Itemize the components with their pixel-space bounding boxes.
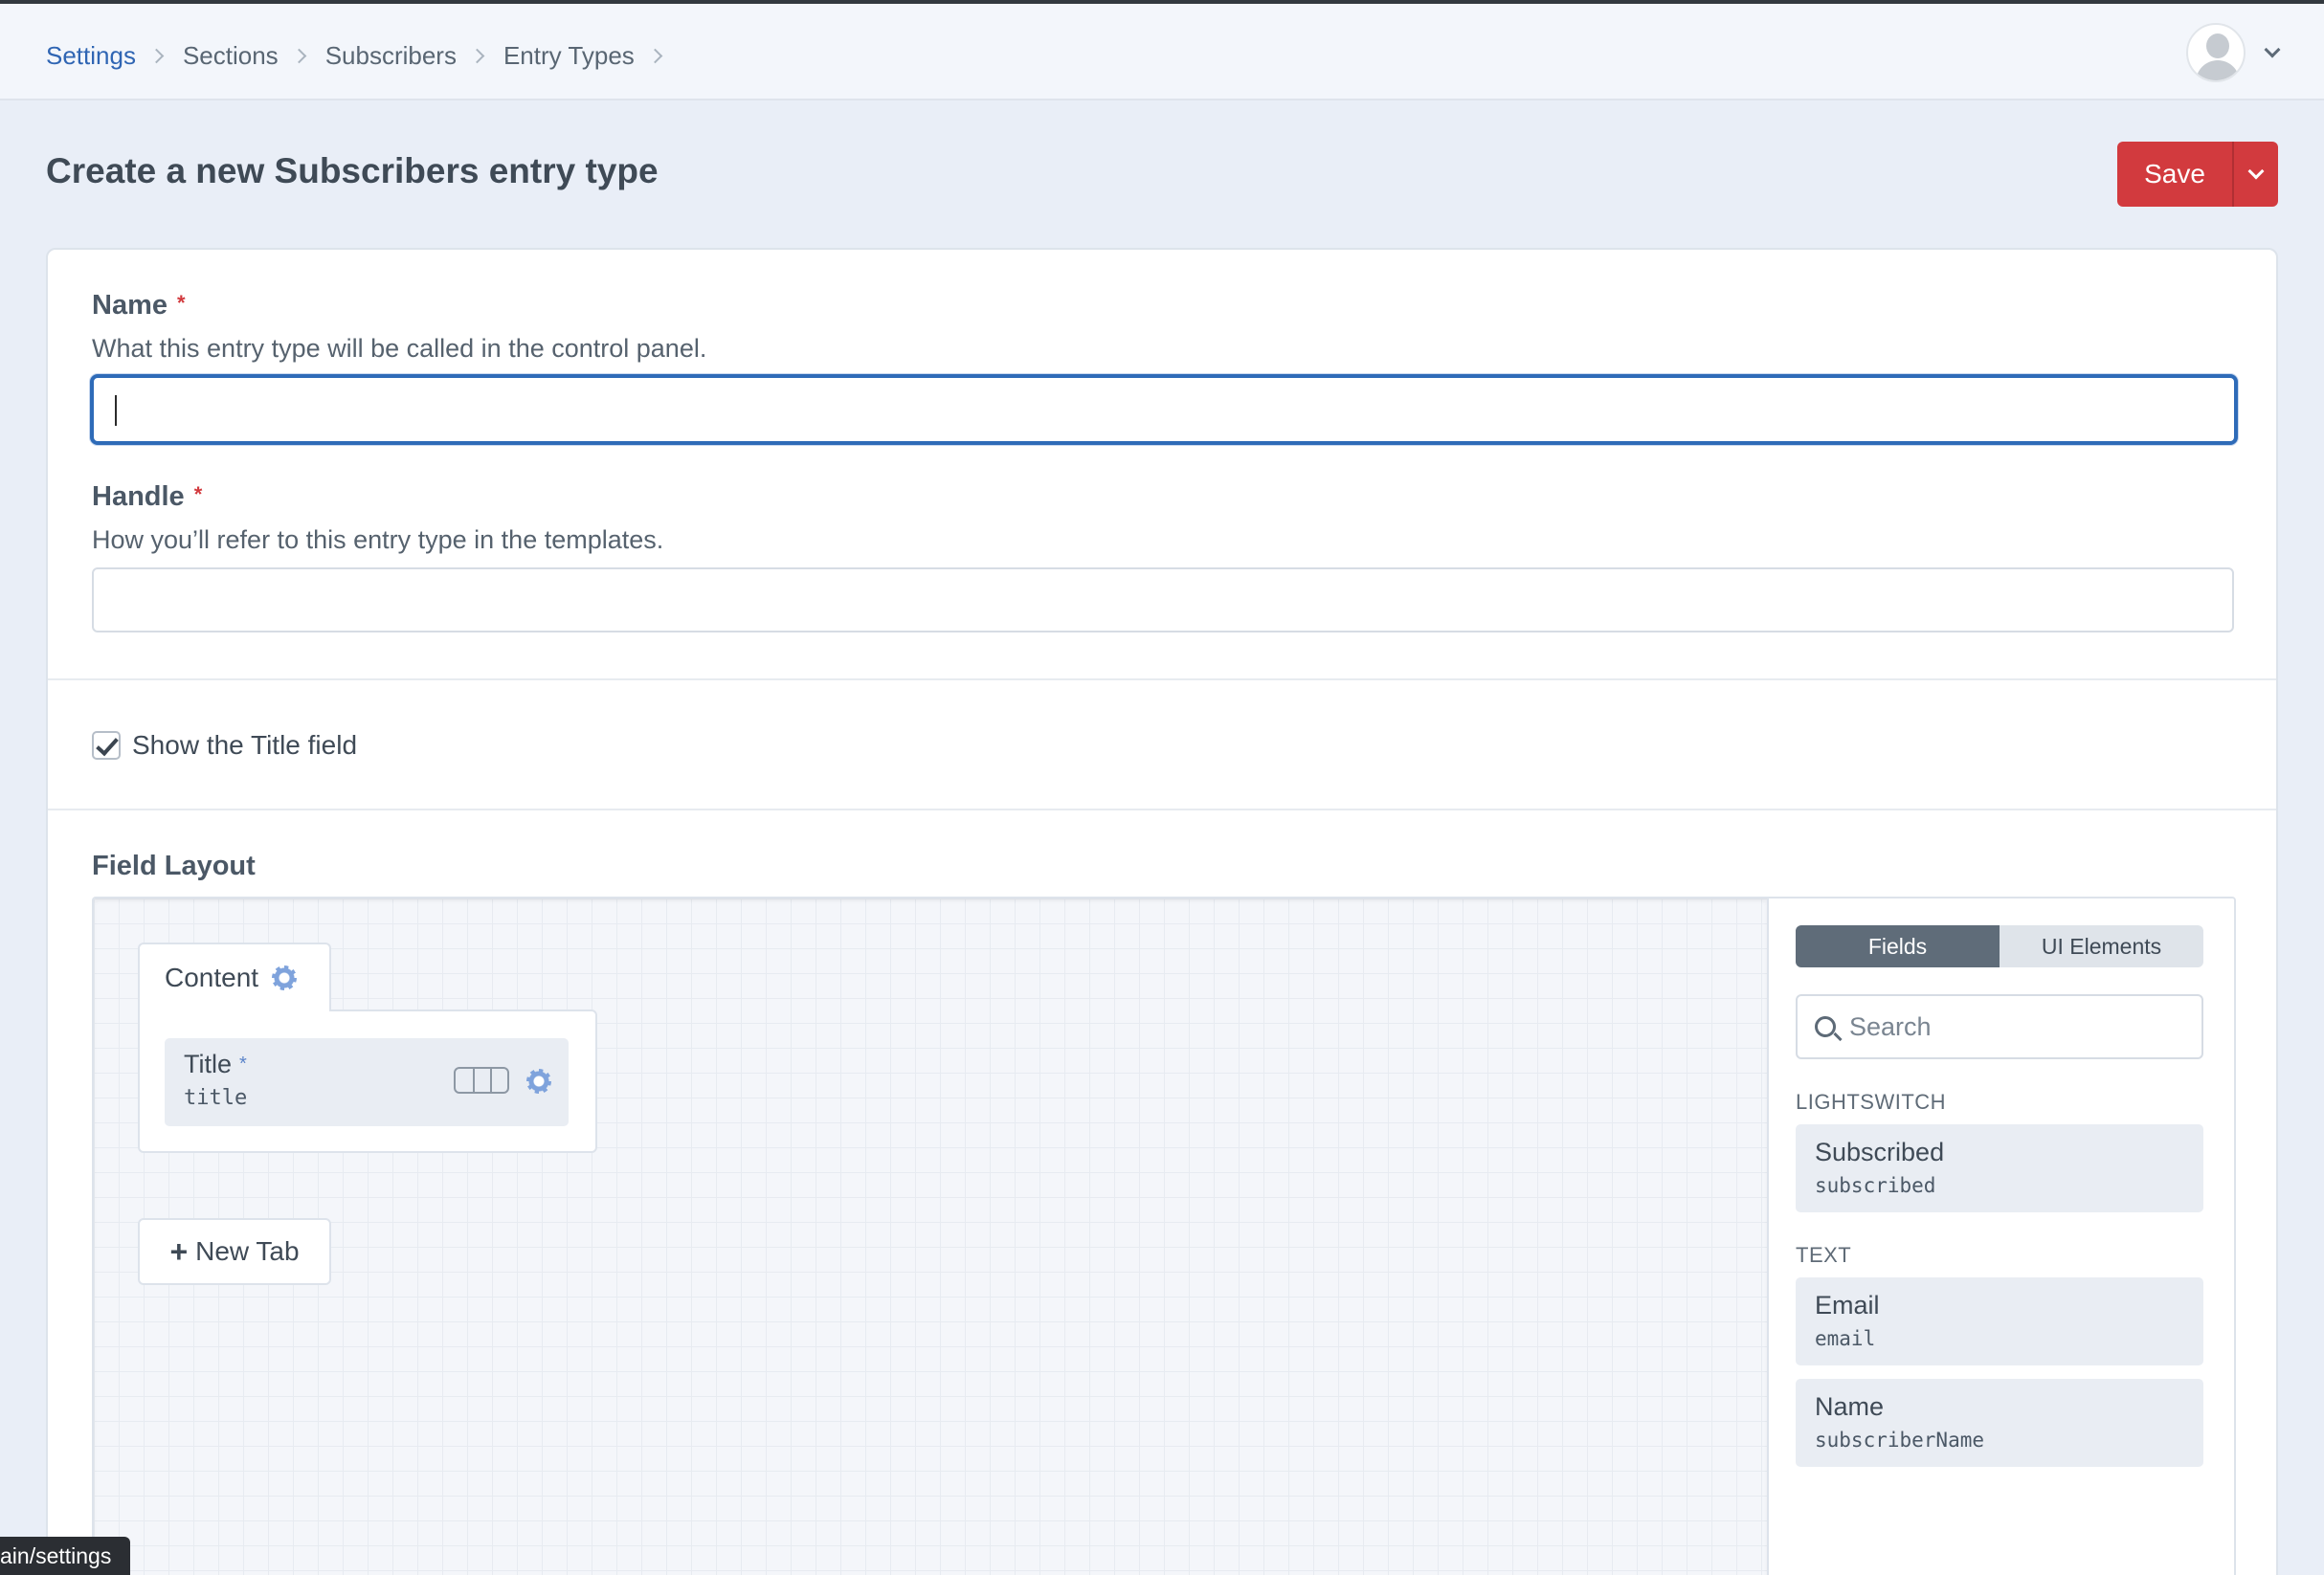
breadcrumb-settings[interactable]: Settings [46, 41, 136, 71]
tab-ui-elements[interactable]: UI Elements [2000, 925, 2203, 967]
library-field-subscribed[interactable]: Subscribed subscribed [1796, 1124, 2203, 1212]
show-title-label[interactable]: Show the Title field [132, 730, 357, 761]
library-field-name-label: Name [1815, 1392, 1885, 1421]
required-indicator: * [239, 1054, 247, 1075]
chevron-down-icon [2247, 163, 2265, 180]
tab-content-body: Title * title [138, 1009, 597, 1153]
link-url-tooltip: ain/settings [0, 1537, 130, 1575]
show-title-option: Show the Title field [92, 730, 357, 761]
gear-icon[interactable] [272, 965, 298, 990]
required-indicator: * [177, 291, 186, 315]
top-bar: Settings Sections Subscribers Entry Type… [0, 4, 2324, 100]
show-title-checkbox[interactable] [92, 731, 121, 760]
breadcrumb-sections[interactable]: Sections [183, 41, 279, 71]
required-indicator: * [193, 482, 203, 506]
tab-fields[interactable]: Fields [1796, 925, 2000, 967]
breadcrumb-entry-types[interactable]: Entry Types [503, 41, 635, 71]
handle-field-hint: How you’ll refer to this entry type in t… [92, 525, 664, 554]
name-field-label: Name * [92, 290, 186, 322]
field-layout-label: Field Layout [92, 851, 256, 881]
chevron-down-icon[interactable] [2264, 41, 2281, 58]
field-library: Fields UI Elements Search LIGHTSWITCH Su… [1767, 898, 2234, 1575]
new-tab-button[interactable]: + New Tab [138, 1218, 331, 1285]
avatar[interactable] [2186, 23, 2246, 82]
group-header-lightswitch: LIGHTSWITCH [1796, 1090, 1947, 1114]
layout-field-name: Title * [184, 1050, 247, 1079]
name-input[interactable] [90, 374, 2238, 445]
field-width-icon[interactable] [454, 1067, 509, 1094]
tab-content-label: Content [165, 963, 259, 992]
search-icon [1815, 1016, 1836, 1037]
layout-field-handle: title [184, 1086, 248, 1110]
chevron-right-icon [148, 48, 165, 63]
name-field-hint: What this entry type will be called in t… [92, 334, 707, 363]
section-divider [48, 678, 2276, 680]
section-divider [48, 809, 2276, 810]
chevron-right-icon [291, 48, 306, 63]
library-field-handle: subscriberName [1815, 1429, 1985, 1452]
save-options-button[interactable] [2232, 142, 2278, 207]
plus-icon: + [169, 1233, 189, 1269]
tab-content[interactable]: Content [138, 943, 331, 1011]
chevron-right-icon [469, 48, 485, 63]
layout-field-title[interactable]: Title * title [165, 1038, 569, 1126]
library-field-email[interactable]: Email email [1796, 1277, 2203, 1365]
field-layout-designer: Content Title * title + New Tab Fields U… [92, 897, 2236, 1575]
library-field-name: Subscribed [1815, 1138, 1945, 1166]
library-field-handle: subscribed [1815, 1174, 1936, 1197]
breadcrumb: Settings Sections Subscribers Entry Type… [46, 36, 682, 75]
name-label-text: Name [92, 290, 168, 321]
text-caret [115, 395, 117, 426]
handle-label-text: Handle [92, 481, 185, 512]
new-tab-label: New Tab [195, 1236, 300, 1266]
page-title: Create a new Subscribers entry type [46, 151, 659, 190]
save-button[interactable]: Save [2117, 142, 2232, 207]
user-menu-button[interactable] [2186, 23, 2281, 82]
breadcrumb-subscribers[interactable]: Subscribers [325, 41, 457, 71]
entry-type-form: Name * What this entry type will be calle… [46, 248, 2278, 1575]
handle-input[interactable] [92, 567, 2234, 632]
avatar-head-shape [2206, 33, 2229, 58]
gear-icon[interactable] [526, 1069, 551, 1094]
library-field-name[interactable]: Name subscriberName [1796, 1379, 2203, 1467]
layout-canvas: Content Title * title + New Tab [94, 898, 1767, 1575]
chevron-right-icon [647, 48, 663, 63]
library-field-name: Email [1815, 1291, 1880, 1320]
library-tabs: Fields UI Elements [1796, 925, 2203, 967]
avatar-body-shape [2196, 60, 2240, 80]
library-field-handle: email [1815, 1327, 1876, 1350]
save-button-group: Save [2117, 142, 2278, 207]
group-header-text: TEXT [1796, 1243, 1852, 1267]
layout-field-name-text: Title [184, 1050, 233, 1078]
search-input[interactable]: Search [1849, 1012, 1932, 1042]
library-search[interactable]: Search [1796, 994, 2203, 1059]
handle-field-label: Handle * [92, 481, 202, 513]
